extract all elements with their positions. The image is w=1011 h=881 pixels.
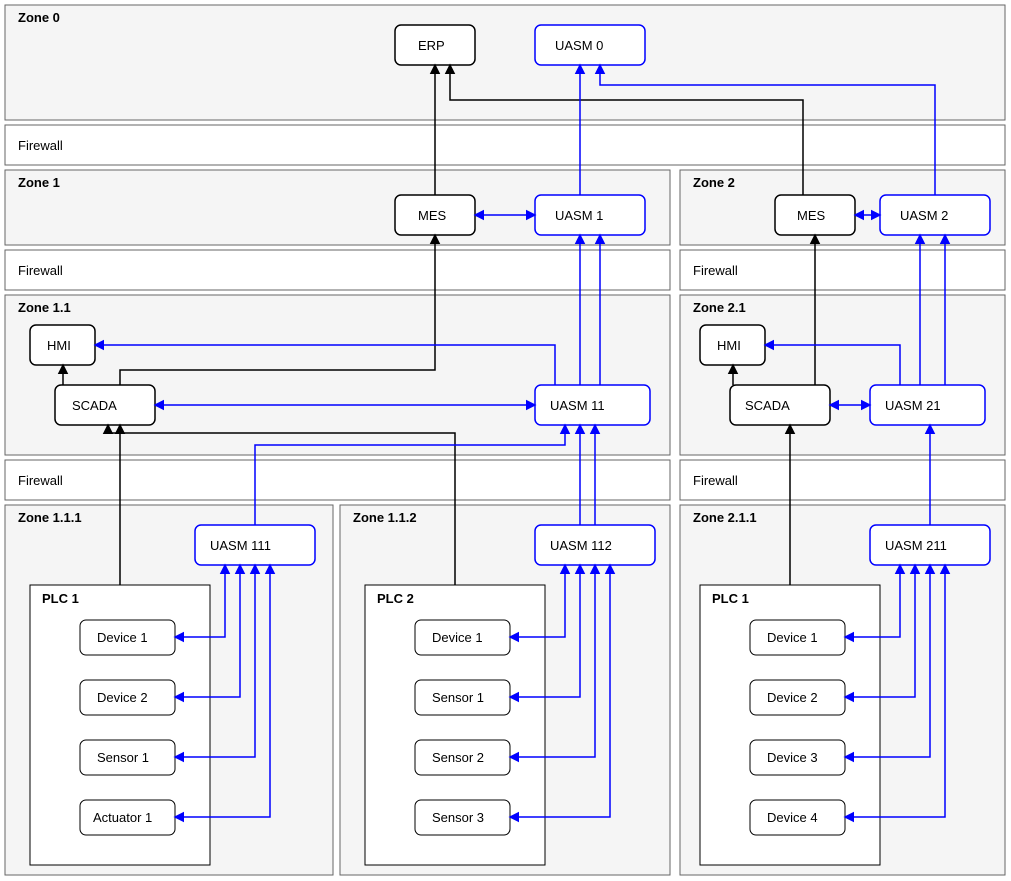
zone-label: Zone 2 (693, 175, 735, 190)
device-label: Sensor 2 (432, 750, 484, 765)
device-label: Sensor 1 (432, 690, 484, 705)
firewall-1 (5, 250, 670, 290)
zone-label: Zone 0 (18, 10, 60, 25)
device-label: Device 1 (97, 630, 148, 645)
device-label: Device 2 (97, 690, 148, 705)
zone-1-1 (5, 295, 670, 455)
node-label: UASM 111 (210, 538, 271, 553)
architecture-diagram: Zone 0 Zone 1 Zone 2 Zone 1.1 Zone 2.1 Z… (0, 0, 1011, 881)
node-label: SCADA (745, 398, 790, 413)
node-label: SCADA (72, 398, 117, 413)
firewall-label: Firewall (18, 263, 63, 278)
firewall-0 (5, 125, 1005, 165)
firewall-3 (5, 460, 670, 500)
node-label: MES (797, 208, 826, 223)
node-label: UASM 1 (555, 208, 603, 223)
device-label: Sensor 3 (432, 810, 484, 825)
device-label: Device 1 (432, 630, 483, 645)
zone-label: Zone 2.1 (693, 300, 746, 315)
plc-label: PLC 1 (712, 591, 749, 606)
firewall-label: Firewall (18, 473, 63, 488)
node-label: UASM 11 (550, 398, 605, 413)
device-label: Sensor 1 (97, 750, 149, 765)
node-label: UASM 2 (900, 208, 948, 223)
firewall-label: Firewall (18, 138, 63, 153)
node-label: UASM 21 (885, 398, 941, 413)
node-label: UASM 211 (885, 538, 947, 553)
node-label: HMI (47, 338, 71, 353)
zone-label: Zone 1 (18, 175, 60, 190)
plc-label: PLC 2 (377, 591, 414, 606)
node-label: UASM 112 (550, 538, 612, 553)
node-label: ERP (418, 38, 445, 53)
firewall-label: Firewall (693, 263, 738, 278)
zone-0 (5, 5, 1005, 120)
zone-label: Zone 1.1 (18, 300, 71, 315)
node-label: MES (418, 208, 447, 223)
device-label: Device 1 (767, 630, 818, 645)
device-label: Actuator 1 (93, 810, 152, 825)
device-label: Device 2 (767, 690, 818, 705)
node-label: HMI (717, 338, 741, 353)
device-label: Device 3 (767, 750, 818, 765)
zone-2-1 (680, 295, 1005, 455)
zone-label: Zone 2.1.1 (693, 510, 757, 525)
node-label: UASM 0 (555, 38, 603, 53)
zone-label: Zone 1.1.2 (353, 510, 417, 525)
firewall-label: Firewall (693, 473, 738, 488)
plc-label: PLC 1 (42, 591, 79, 606)
device-label: Device 4 (767, 810, 818, 825)
zone-label: Zone 1.1.1 (18, 510, 82, 525)
